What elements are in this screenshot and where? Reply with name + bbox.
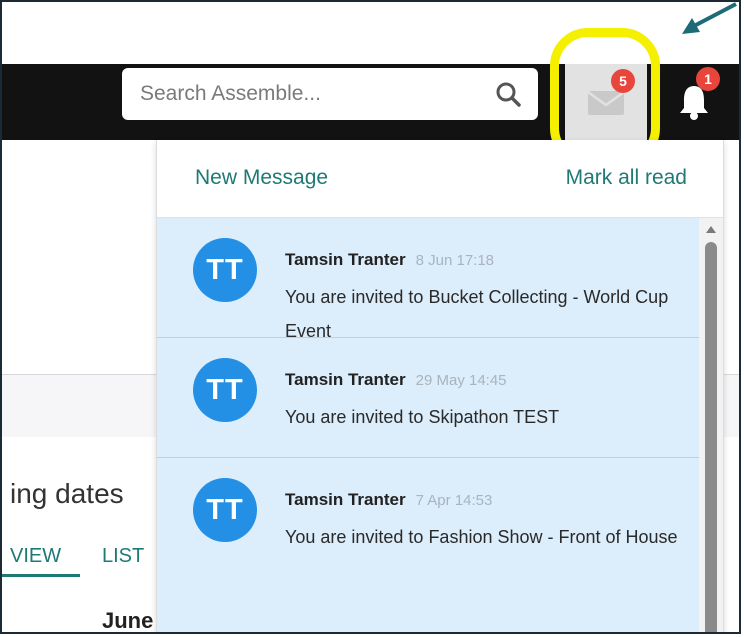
message-time: 29 May 14:45 <box>415 372 507 389</box>
message-list: TT Tamsin Tranter 8 Jun 17:18 You are inv… <box>157 218 699 632</box>
new-message-link[interactable]: New Message <box>195 166 328 190</box>
background-month-label: June <box>102 608 154 633</box>
search-icon[interactable] <box>494 80 522 108</box>
message-item[interactable]: TT Tamsin Tranter 29 May 14:45 You are in… <box>157 338 699 458</box>
messages-dropdown: New Message Mark all read TT Tamsin Tran… <box>156 140 724 632</box>
notifications-button[interactable]: 1 <box>664 64 724 140</box>
message-sender: Tamsin Tranter 8 Jun 17:18 <box>285 250 495 269</box>
background-tab-list[interactable]: LIST <box>102 545 144 568</box>
message-time: 7 Apr 14:53 <box>415 492 493 509</box>
dropdown-header: New Message Mark all read <box>157 140 723 218</box>
notifications-count-badge: 1 <box>696 67 720 91</box>
background-tab-view[interactable]: VIEW <box>10 545 61 568</box>
message-sender: Tamsin Tranter 7 Apr 14:53 <box>285 490 493 509</box>
avatar: TT <box>193 358 257 422</box>
avatar: TT <box>193 238 257 302</box>
message-item[interactable]: TT Tamsin Tranter 8 Jun 17:18 You are inv… <box>157 218 699 341</box>
messages-button[interactable]: 5 <box>565 64 647 140</box>
message-text: You are invited to Skipathon TEST <box>285 407 560 427</box>
annotation-arrow-icon <box>682 2 737 34</box>
message-sender: Tamsin Tranter 29 May 14:45 <box>285 370 507 389</box>
mark-all-read-link[interactable]: Mark all read <box>566 166 687 190</box>
messages-count-badge: 5 <box>611 69 635 93</box>
message-list-scrollbar[interactable] <box>699 218 723 632</box>
scrollbar-thumb[interactable] <box>705 242 717 632</box>
background-heading: ing dates <box>10 478 124 509</box>
message-time: 8 Jun 17:18 <box>415 252 495 269</box>
background-tab-underline <box>2 574 80 577</box>
search-box[interactable] <box>122 68 538 120</box>
avatar: TT <box>193 478 257 542</box>
message-text: You are invited to Fashion Show - Front … <box>285 527 678 547</box>
scroll-up-arrow-icon[interactable] <box>706 226 716 233</box>
message-item[interactable]: TT Tamsin Tranter 7 Apr 14:53 You are inv… <box>157 458 699 578</box>
screenshot-frame: 5 1 ing dates VIEW LIST June New Message… <box>0 0 741 634</box>
search-input[interactable] <box>138 81 494 107</box>
